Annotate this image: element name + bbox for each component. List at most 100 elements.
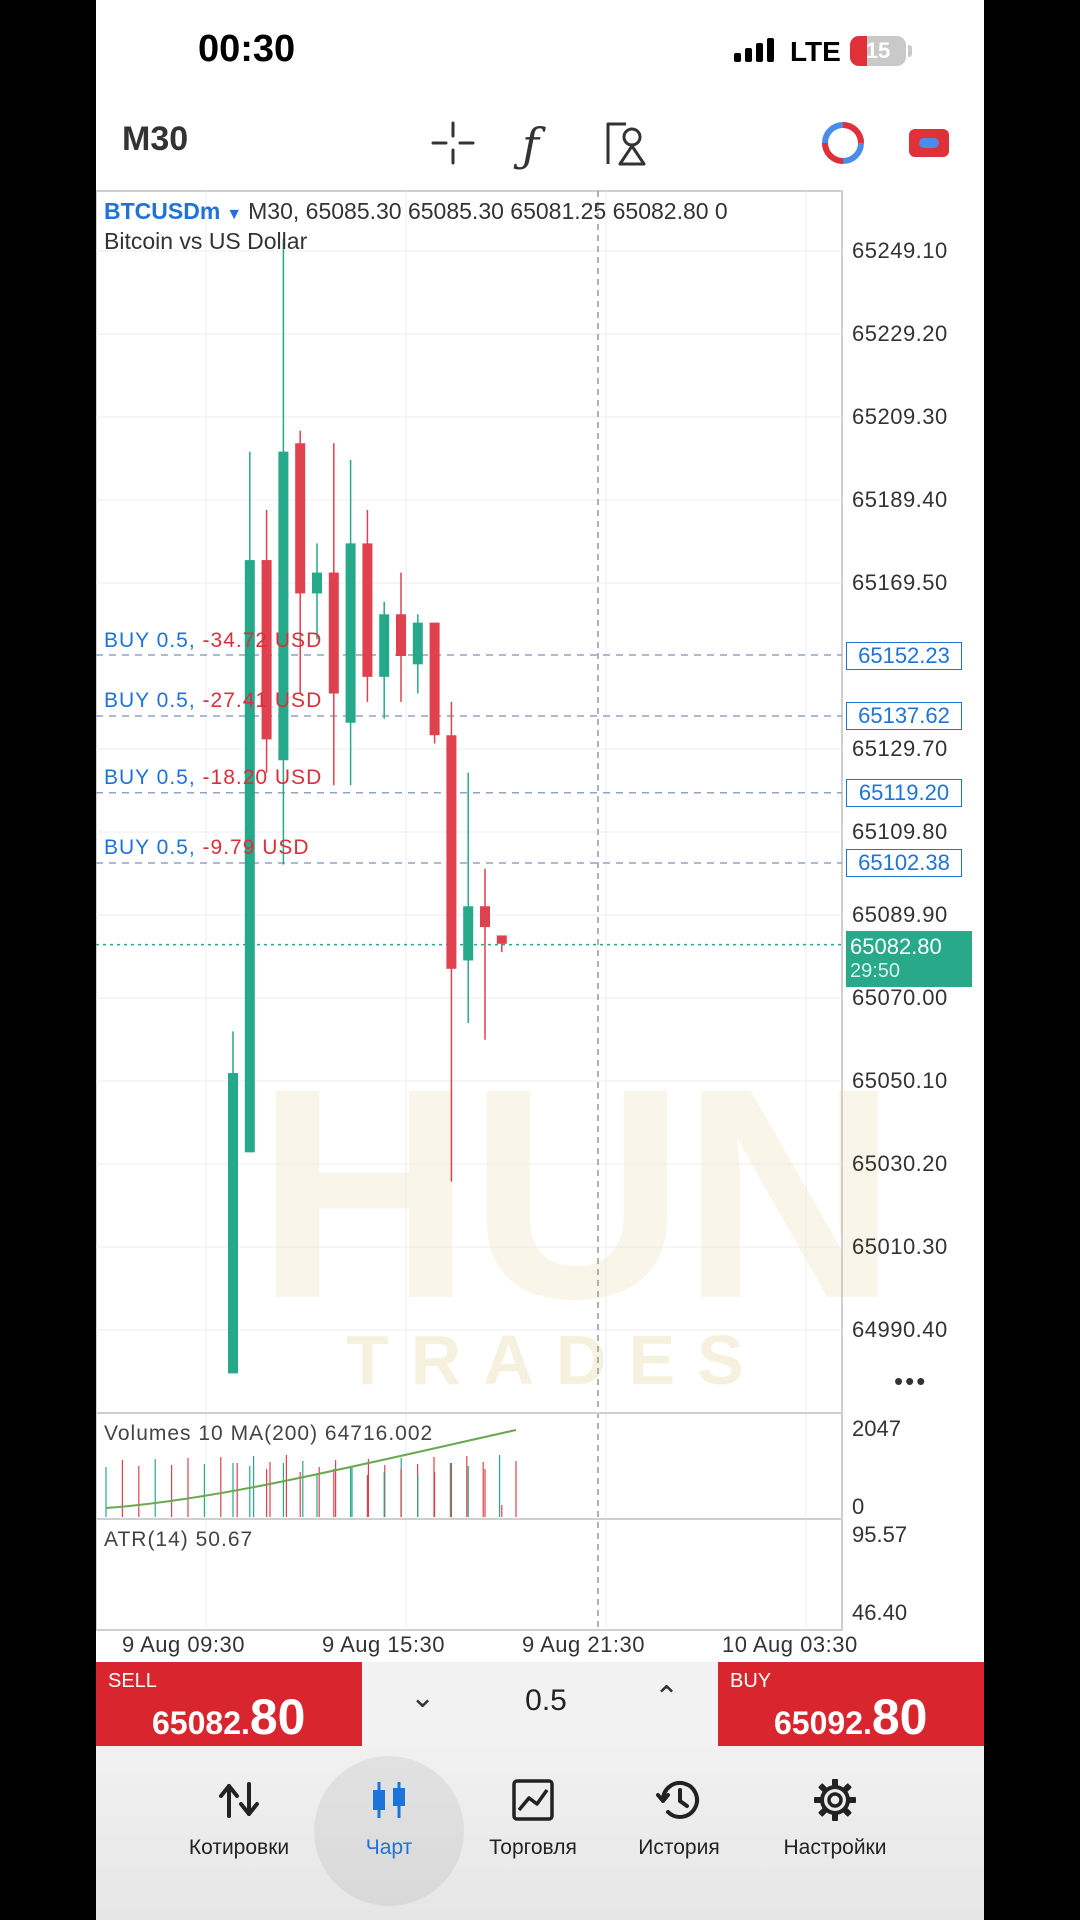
price-tick: 65050.10 (852, 1068, 948, 1093)
timeframe-button[interactable]: M30 (122, 120, 188, 159)
symbol-header[interactable]: BTCUSDm ▼ M30, 65085.30 65085.30 65081.25 … (104, 198, 728, 225)
volumes-indicator-label[interactable]: Volumes 10 MA(200) 64716.002 (104, 1422, 433, 1446)
battery-level: 15 (865, 38, 891, 63)
signal-icon (734, 38, 778, 62)
timeframe-clock-icon[interactable] (820, 120, 866, 166)
quotes-icon (219, 1782, 259, 1818)
buy-button[interactable]: BUY 65092.80 (718, 1662, 984, 1746)
candle-body (295, 443, 306, 594)
volume-decrease-button[interactable]: ⌄ (410, 1680, 435, 1715)
sell-price-pips: 80 (249, 1689, 306, 1745)
nav-history[interactable]: История (604, 1776, 754, 1860)
position-pnl: -27.41 USD (202, 689, 323, 712)
settings-icon (814, 1779, 856, 1821)
buy-price-main: 65092. (774, 1705, 872, 1741)
position-direction: BUY 0.5, (104, 836, 196, 859)
price-tick: 65169.50 (852, 570, 948, 595)
position-price-tag[interactable]: 65119.20 (846, 779, 962, 807)
candle-body (228, 1073, 238, 1374)
trade-panel: SELL 65082.80 ⌄ 0.5 ⌃ BUY 65092.80 (96, 1662, 984, 1746)
price-tick: 65129.70 (852, 736, 948, 761)
candle-body (412, 622, 423, 665)
price-tick: 65030.20 (852, 1151, 948, 1176)
account-switch-icon[interactable] (906, 120, 952, 166)
position-label[interactable]: BUY 0.5, -9.79 USD (104, 836, 310, 860)
volume-tick: 2047 (852, 1416, 901, 1441)
nav-label: История (638, 1836, 720, 1859)
date-tick: 9 Aug 15:30 (322, 1632, 445, 1657)
volume-value[interactable]: 0.5 (516, 1684, 576, 1718)
candle-body (379, 614, 390, 677)
status-time: 00:30 (198, 28, 296, 70)
buy-label: BUY (730, 1670, 772, 1692)
atr-tick: 95.57 (852, 1522, 908, 1547)
sell-price: 65082.80 (152, 1688, 306, 1746)
ohlc-values: M30, 65085.30 65085.30 65081.25 65082.80… (248, 198, 728, 224)
buy-price-pips: 80 (871, 1689, 928, 1745)
candle-body (312, 572, 322, 594)
price-tick: 65109.80 (852, 819, 948, 844)
symbol-name[interactable]: BTCUSDm (104, 198, 220, 224)
position-label[interactable]: BUY 0.5, -18.20 USD (104, 766, 322, 790)
position-direction: BUY 0.5, (104, 766, 196, 789)
crosshair-icon[interactable] (430, 120, 476, 166)
indicators-icon[interactable]: ƒ (522, 118, 539, 172)
price-tick: 65189.40 (852, 487, 948, 512)
volume-increase-button[interactable]: ⌃ (654, 1680, 679, 1715)
candle-body (463, 906, 474, 961)
sell-label: SELL (108, 1670, 157, 1692)
objects-icon[interactable] (604, 120, 650, 166)
nav-label: Торговля (489, 1836, 577, 1859)
app-screen: 00:30 LTE 15 M30 ƒ HUN TRADES BTCUSDm ▼ … (96, 0, 984, 1920)
nav-chart[interactable]: Чарт (314, 1776, 464, 1860)
bottom-navigation: Котировки Чарт Торговля История Настройк… (96, 1746, 984, 1920)
current-price: 65082.80 (850, 934, 942, 959)
nav-trade[interactable]: Торговля (458, 1776, 608, 1860)
current-price-tag: 65082.80 29:50 (846, 931, 972, 987)
atr-indicator-label[interactable]: ATR(14) 50.67 (104, 1528, 253, 1552)
symbol-dropdown-icon[interactable]: ▼ (226, 206, 242, 223)
battery-tip (908, 45, 912, 57)
sell-price-main: 65082. (152, 1705, 250, 1741)
price-tick: 65209.30 (852, 404, 948, 429)
chart-icon (373, 1782, 405, 1818)
position-pnl: -34.72 USD (202, 629, 323, 652)
candle-body (496, 935, 507, 944)
trade-icon (512, 1779, 554, 1821)
atr-tick: 46.40 (852, 1600, 908, 1625)
price-tick: 65249.10 (852, 238, 948, 263)
position-direction: BUY 0.5, (104, 629, 196, 652)
date-tick: 10 Aug 03:30 (722, 1632, 858, 1657)
position-pnl: -9.79 USD (202, 836, 310, 859)
price-tick: 65010.30 (852, 1234, 948, 1259)
date-tick: 9 Aug 21:30 (522, 1632, 645, 1657)
symbol-description: Bitcoin vs US Dollar (104, 228, 308, 254)
candle-body (278, 451, 289, 761)
volume-tick: 0 (852, 1494, 865, 1519)
history-icon (656, 1780, 699, 1819)
buy-price: 65092.80 (774, 1688, 928, 1746)
nav-quotes[interactable]: Котировки (164, 1776, 314, 1860)
more-options-icon[interactable]: ••• (894, 1366, 927, 1397)
battery-icon: 15 (850, 36, 906, 66)
price-tick: 64990.40 (852, 1317, 948, 1342)
nav-settings[interactable]: Настройки (760, 1776, 910, 1860)
candle-body (362, 543, 373, 677)
candle-body (345, 543, 356, 723)
candle-body (328, 572, 339, 694)
nav-label: Чарт (365, 1836, 413, 1859)
nav-label: Котировки (188, 1836, 290, 1859)
position-price-tag[interactable]: 65137.62 (846, 702, 962, 730)
position-pnl: -18.20 USD (202, 766, 323, 789)
position-price-tag[interactable]: 65152.23 (846, 642, 962, 670)
price-tick: 65070.00 (852, 985, 948, 1010)
position-label[interactable]: BUY 0.5, -27.41 USD (104, 689, 322, 713)
candle-body (429, 622, 440, 736)
price-tick: 65089.90 (852, 902, 948, 927)
position-label[interactable]: BUY 0.5, -34.72 USD (104, 629, 322, 653)
network-type: LTE (790, 36, 841, 67)
position-direction: BUY 0.5, (104, 689, 196, 712)
date-tick: 9 Aug 09:30 (122, 1632, 245, 1657)
sell-button[interactable]: SELL 65082.80 (96, 1662, 362, 1746)
position-price-tag[interactable]: 65102.38 (846, 849, 962, 877)
